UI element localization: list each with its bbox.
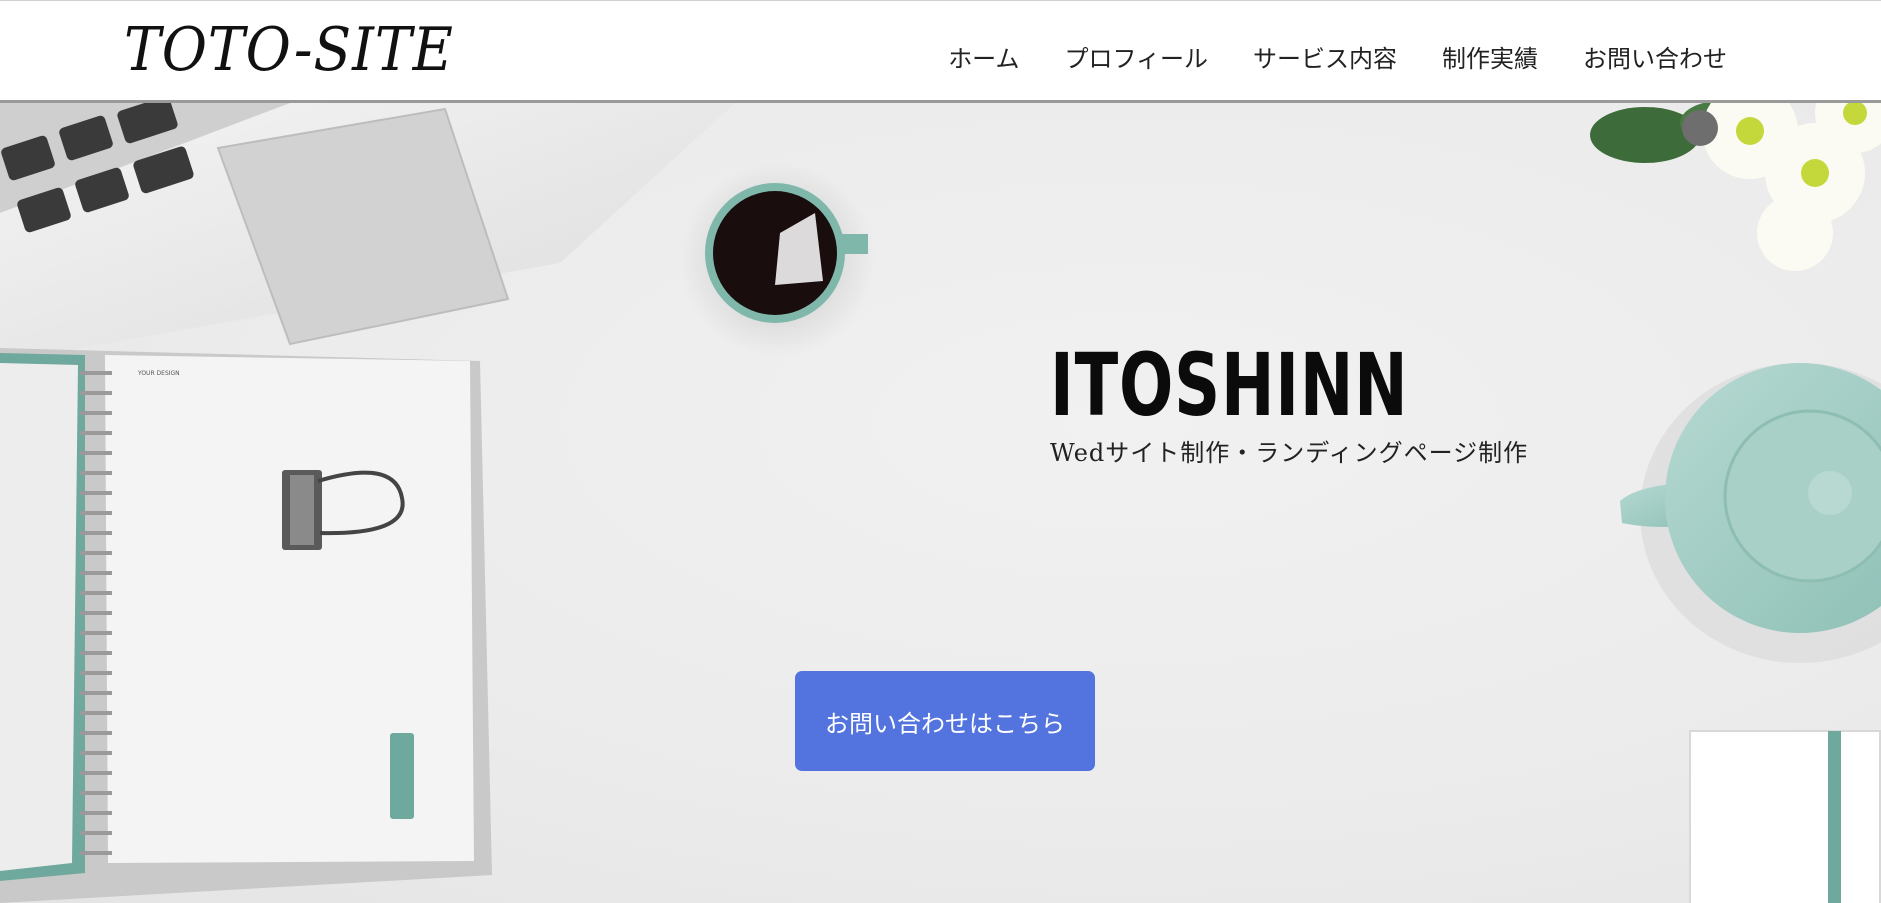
page: TOTO-SITE ホーム プロフィール サービス内容 制作実績 お問い合わせ [0, 0, 1881, 903]
teapot-decoration [1620, 363, 1881, 663]
hero-background-image: YOUR DESIGN [0, 103, 1881, 903]
notebook-decoration: YOUR DESIGN [0, 348, 492, 903]
site-logo[interactable]: TOTO-SITE [124, 15, 454, 85]
contact-cta-button[interactable]: お問い合わせはこちら [795, 671, 1095, 771]
small-notebook-decoration [1689, 730, 1881, 903]
nav-item-services[interactable]: サービス内容 [1253, 39, 1397, 74]
hero-section: YOUR DESIGN ITOSHINN Wedサイト制作・ランディングページ制… [0, 103, 1881, 903]
nav-item-works[interactable]: 制作実績 [1442, 39, 1538, 74]
main-nav: ホーム プロフィール サービス内容 制作実績 お問い合わせ [948, 39, 1727, 74]
nav-item-profile[interactable]: プロフィール [1064, 39, 1208, 74]
notebook-cover-text: YOUR DESIGN [137, 370, 180, 377]
site-header: TOTO-SITE ホーム プロフィール サービス内容 制作実績 お問い合わせ [0, 0, 1881, 103]
nav-item-contact[interactable]: お問い合わせ [1583, 39, 1727, 74]
eraser-decoration [390, 733, 414, 819]
flowers-decoration [1590, 103, 1881, 271]
laptop-decoration [0, 103, 735, 358]
hero-subtitle: Wedサイト制作・ランディングページ制作 [1050, 439, 1529, 467]
hero-title: ITOSHINN [1050, 335, 1409, 436]
nav-item-home[interactable]: ホーム [948, 39, 1019, 74]
coffee-cup-decoration [680, 162, 876, 358]
